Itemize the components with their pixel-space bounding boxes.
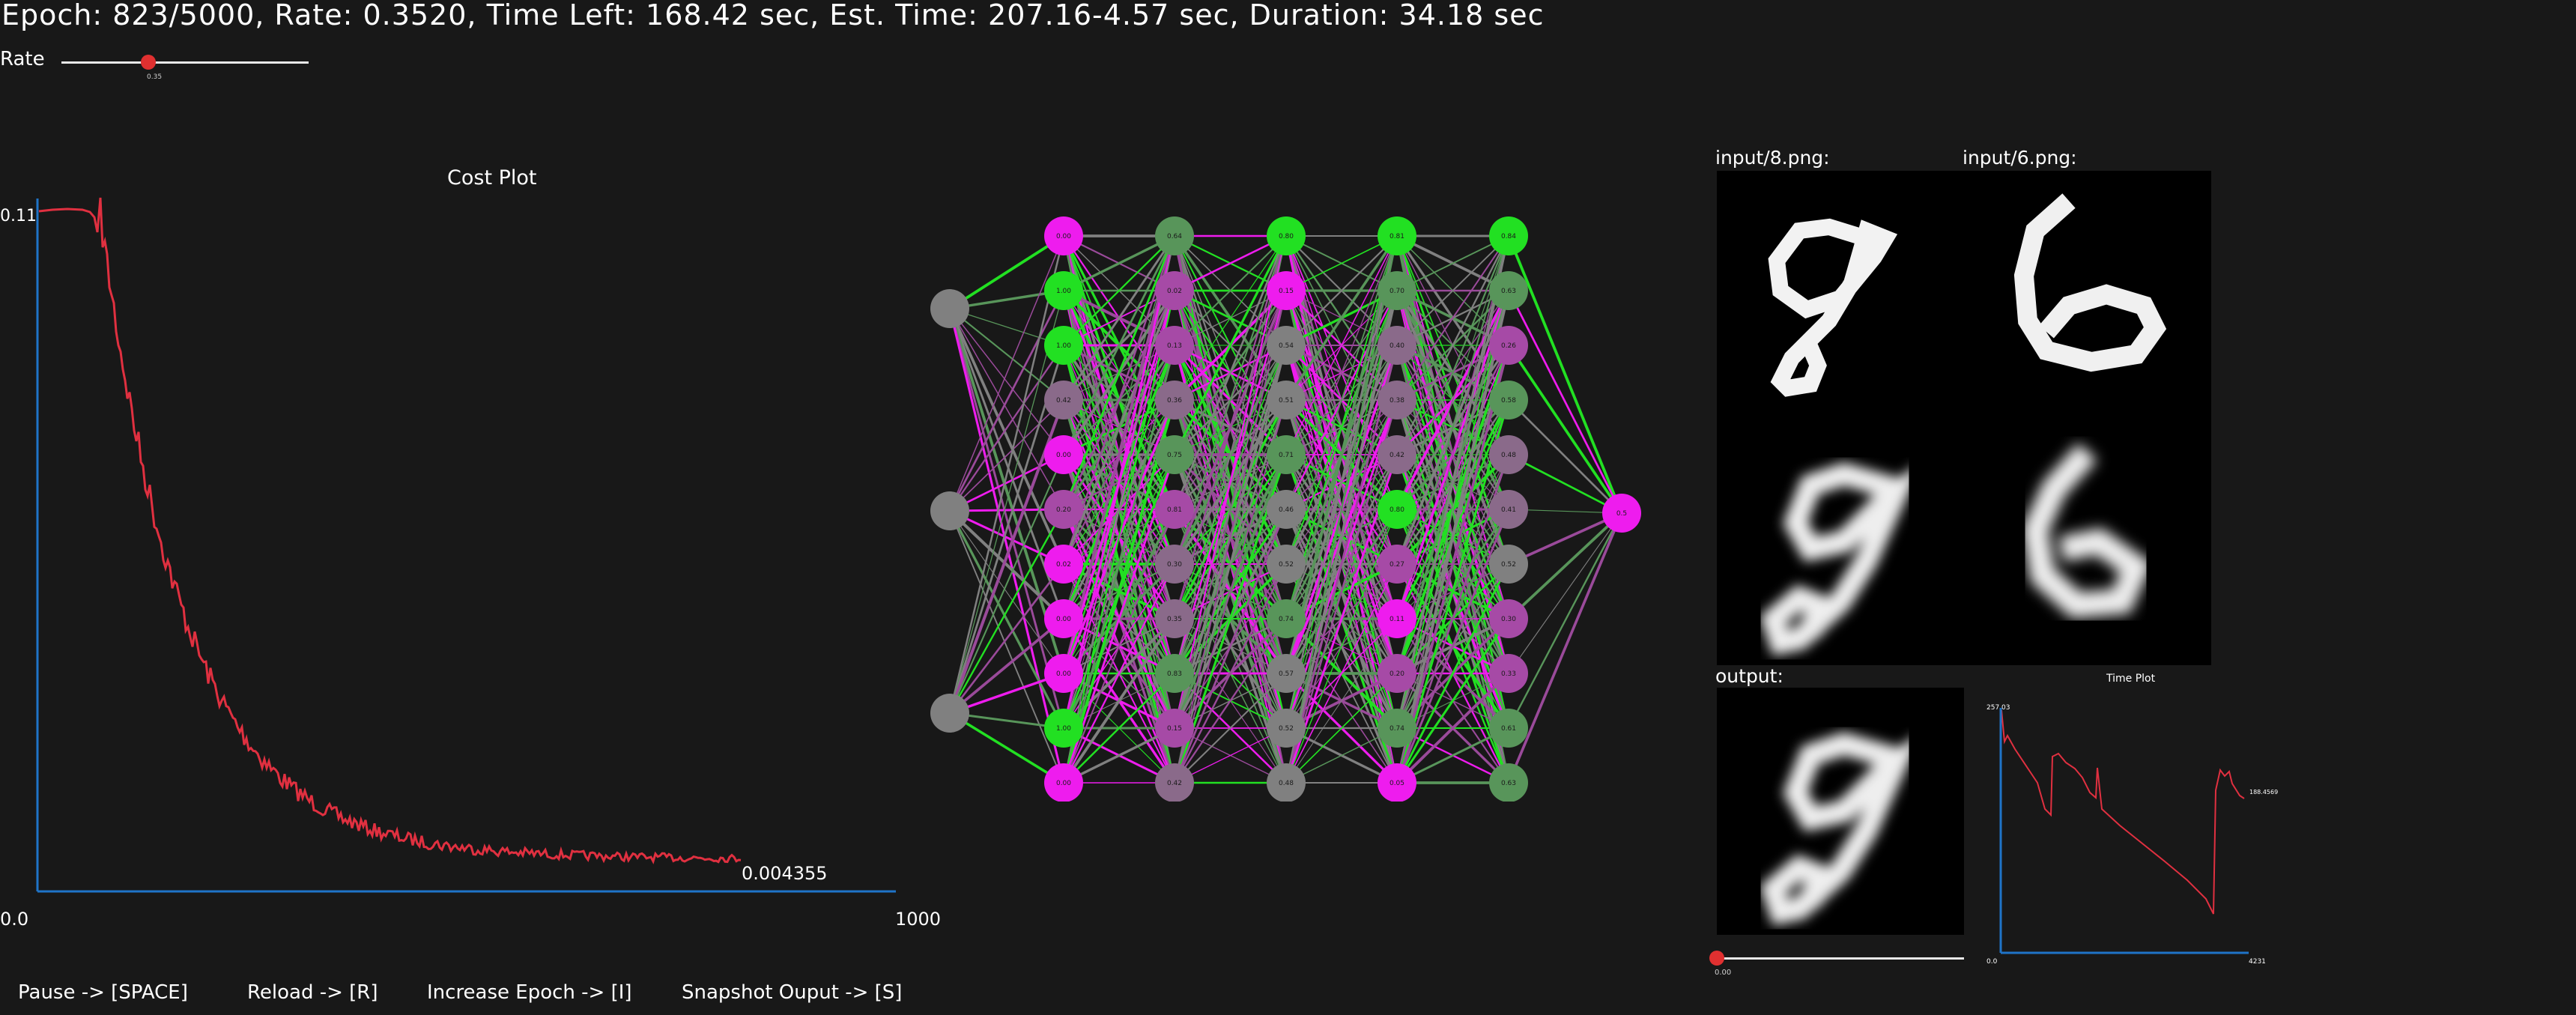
cost-plot-line [38, 197, 742, 864]
network-node-value: 0.33 [1501, 670, 1516, 678]
network-node-value: 0.02 [1167, 288, 1182, 295]
network-node-value: 0.84 [1501, 233, 1516, 240]
network-node-value: 0.00 [1056, 670, 1071, 678]
network-node-value: 0.00 [1056, 780, 1071, 787]
network-node-value: 0.52 [1279, 561, 1294, 569]
input-digit-6-image [1964, 171, 2211, 418]
increase-epoch-control[interactable]: Increase Epoch -> [I] [427, 981, 632, 1004]
network-node-value: 0.5 [1616, 510, 1627, 518]
network-node [930, 491, 969, 530]
network-node-value: 0.71 [1279, 452, 1294, 459]
network-node-value: 0.74 [1389, 725, 1404, 733]
network-node-value: 0.51 [1279, 397, 1294, 405]
snapshot-control[interactable]: Snapshot Ouput -> [S] [682, 981, 902, 1004]
network-node-value: 0.00 [1056, 616, 1071, 623]
network-node-value: 0.20 [1056, 506, 1071, 514]
network-node-value: 0.00 [1056, 233, 1071, 240]
network-node [930, 694, 969, 733]
network-node-value: 0.70 [1389, 288, 1404, 295]
network-node-value: 0.61 [1501, 725, 1516, 733]
time-plot-xmin-label: 0.0 [1986, 958, 1998, 966]
network-node-value: 0.00 [1056, 452, 1071, 459]
network-node-value: 0.48 [1279, 780, 1294, 787]
network-node-value: 0.52 [1501, 561, 1516, 569]
time-plot-xmax-label: 4231 [2249, 958, 2266, 966]
network-node-value: 0.80 [1279, 233, 1294, 240]
network-node-value: 0.36 [1167, 397, 1182, 405]
network-node [930, 289, 969, 328]
network-node-value: 0.40 [1389, 342, 1404, 350]
reload-control[interactable]: Reload -> [R] [247, 981, 378, 1004]
network-node-value: 0.57 [1279, 670, 1294, 678]
network-node-value: 0.38 [1389, 397, 1404, 405]
network-node-value: 0.26 [1501, 342, 1516, 350]
network-node-value: 0.58 [1501, 397, 1516, 405]
network-node-value: 0.15 [1167, 725, 1182, 733]
network-edge [1507, 344, 1623, 515]
network-node-value: 0.02 [1056, 561, 1071, 569]
network-node-value: 0.54 [1279, 342, 1294, 350]
output-label: output: [1715, 665, 1783, 687]
network-node-value: 0.11 [1389, 616, 1404, 623]
network-node-value: 0.42 [1056, 397, 1071, 405]
cost-plot [36, 197, 896, 893]
network-node-value: 0.52 [1279, 725, 1294, 733]
time-plot-last-value: 188.4569 [2249, 789, 2279, 796]
network-node-value: 0.74 [1279, 616, 1294, 623]
network-node-value: 0.81 [1167, 506, 1182, 514]
network-node-value: 0.41 [1501, 506, 1516, 514]
network-node-value: 0.42 [1167, 780, 1182, 787]
network-node-value: 0.30 [1501, 616, 1516, 623]
output-slider-track[interactable] [1717, 957, 1964, 960]
input-image-2-label: input/6.png: [1963, 147, 2077, 169]
cost-plot-last-value: 0.004355 [742, 863, 828, 884]
time-plot-title: Time Plot [2106, 673, 2156, 685]
network-node-value: 0.81 [1389, 233, 1404, 240]
network-node-value: 1.00 [1056, 342, 1071, 350]
network-edge [1507, 235, 1623, 514]
network-diagram: 0.00 1.00 1.00 0.42 0.00 0.20 0.02 0.00 0.00 1.00… [930, 216, 1641, 802]
time-plot [1999, 708, 2249, 954]
network-node-value: 0.20 [1389, 670, 1404, 678]
network-node-value: 0.63 [1501, 780, 1516, 787]
input-image-1-label: input/8.png: [1715, 147, 1830, 169]
cost-plot-xmax-label: 1000 [895, 909, 942, 930]
network-edge [1507, 512, 1623, 784]
reconstructed-digit-8-image [1717, 418, 1964, 665]
network-node-value: 0.48 [1501, 452, 1516, 459]
network-node-value: 0.42 [1389, 452, 1404, 459]
pause-control[interactable]: Pause -> [SPACE] [18, 981, 188, 1004]
network-node-value: 0.27 [1389, 561, 1404, 569]
network-node-value: 1.00 [1056, 725, 1071, 733]
network-node-value: 0.35 [1167, 616, 1182, 623]
network-node-value: 0.46 [1279, 506, 1294, 514]
input-digit-8-image [1717, 171, 1964, 418]
output-slider-knob[interactable] [1709, 951, 1724, 966]
cost-plot-xmin-label: 0.0 [0, 909, 29, 930]
network-node-value: 0.63 [1501, 288, 1516, 295]
network-node-value: 0.15 [1279, 288, 1294, 295]
output-slider-value: 0.00 [1715, 969, 1732, 977]
network-node-value: 0.64 [1167, 233, 1182, 240]
network-node-value: 0.80 [1389, 506, 1404, 514]
network-node-value: 1.00 [1056, 288, 1071, 295]
reconstructed-digit-6-image [1964, 418, 2211, 665]
network-node-value: 0.13 [1167, 342, 1182, 350]
network-edge [949, 510, 1064, 784]
network-node-value: 0.83 [1167, 670, 1182, 678]
output-digit-image [1717, 688, 1964, 935]
network-node-value: 0.75 [1167, 452, 1182, 459]
network-node-value: 0.05 [1389, 780, 1404, 787]
network-node-value: 0.30 [1167, 561, 1182, 569]
time-plot-line [2001, 709, 2245, 915]
